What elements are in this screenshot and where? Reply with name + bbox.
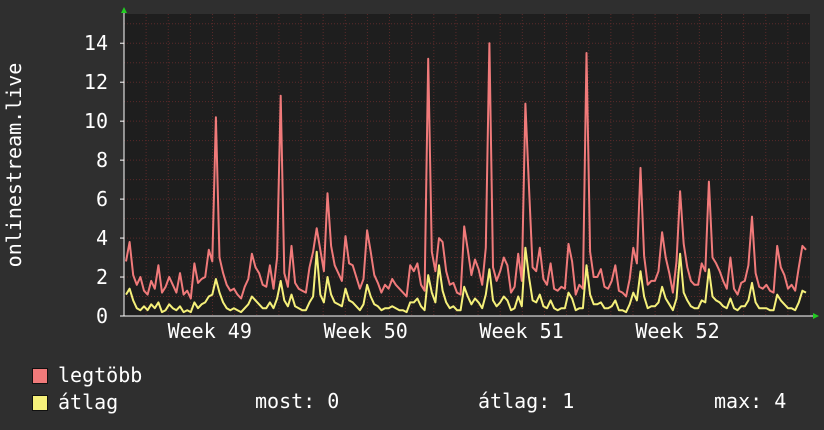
stat-average: átlag: 1 [478,389,575,413]
y-tick-label: 2 [96,265,108,289]
x-tick-label: Week 52 [635,319,719,343]
y-tick-label: 0 [96,304,108,328]
legend-label-max: legtöbb [58,363,143,387]
y-tick-label: 6 [96,187,108,211]
stat-max: max: 4 [714,389,787,413]
y-tick-label: 4 [96,226,108,250]
y-tick-label: 10 [84,109,108,133]
y-tick-label: 8 [96,148,108,172]
x-tick-label: Week 50 [324,319,408,343]
y-axis-title: onlinestream.live [2,63,26,268]
plot-area [124,14,810,316]
x-tick-label: Week 51 [479,319,563,343]
legend-label-average: átlag [58,390,119,414]
legend-swatch-max [32,368,48,384]
y-axis-arrow [121,7,127,13]
y-tick-label: 14 [84,31,108,55]
stat-current: most: 0 [255,389,340,413]
y-tick-label: 12 [84,70,108,94]
x-axis-arrow [813,313,819,319]
legend-swatch-average [32,395,48,411]
x-tick-label: Week 49 [168,319,252,343]
